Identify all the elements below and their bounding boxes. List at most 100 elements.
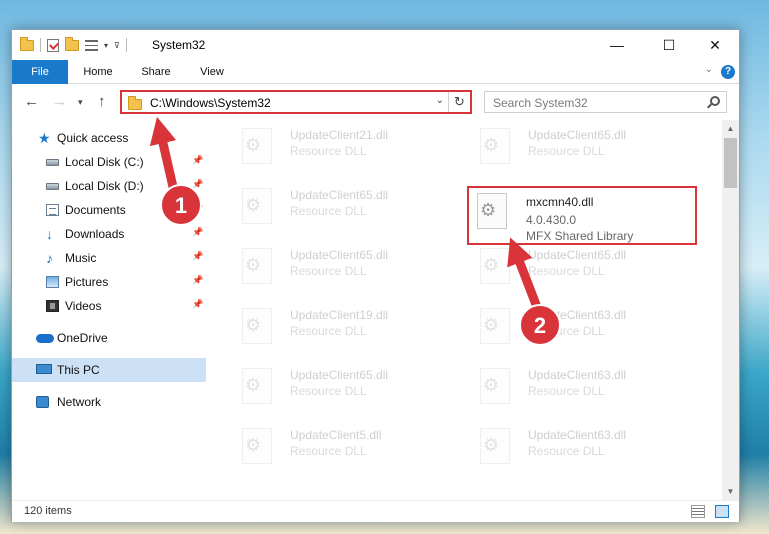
pin-icon[interactable]: 📌 bbox=[192, 299, 203, 310]
file-description: Resource DLL bbox=[290, 324, 367, 338]
rename-icon[interactable] bbox=[85, 39, 98, 51]
sidebar-item-downloads[interactable]: ↓ Downloads 📌 bbox=[12, 222, 206, 246]
sidebar-item-pictures[interactable]: Pictures 📌 bbox=[12, 270, 206, 294]
file-name: UpdateClient65.dll bbox=[528, 128, 627, 142]
toolbar-divider bbox=[125, 38, 127, 52]
file-tile[interactable]: UpdateClient19.dll Resource DLL bbox=[220, 300, 450, 350]
pin-icon[interactable]: 📌 bbox=[192, 203, 203, 214]
address-bar[interactable]: C:\Windows\System32 ⌄ ↻ bbox=[120, 90, 472, 114]
scrollbar-thumb[interactable] bbox=[724, 138, 737, 188]
dll-file-icon bbox=[480, 128, 510, 164]
file-name: UpdateClient63.dll bbox=[528, 428, 627, 442]
dll-file-icon bbox=[480, 248, 510, 284]
back-arrow-icon[interactable]: ← bbox=[24, 93, 39, 111]
file-description: Resource DLL bbox=[290, 444, 367, 458]
dll-file-icon bbox=[242, 368, 272, 404]
file-tile[interactable]: UpdateClient63.dll Resource DLL bbox=[458, 360, 688, 410]
star-icon: ★ bbox=[38, 130, 51, 146]
tab-share[interactable]: Share bbox=[134, 60, 178, 84]
title-bar: ▾ ⊽ System32 — ☐ ✕ bbox=[12, 30, 739, 60]
pin-icon[interactable]: 📌 bbox=[192, 275, 203, 286]
sidebar-item-onedrive[interactable]: OneDrive bbox=[12, 326, 206, 350]
folder-icon bbox=[128, 96, 142, 110]
details-view-icon[interactable] bbox=[691, 505, 705, 518]
forward-arrow-icon[interactable]: → bbox=[52, 93, 67, 111]
sidebar-item-label: Network bbox=[57, 395, 102, 409]
explorer-window: ▾ ⊽ System32 — ☐ ✕ File Home Share View … bbox=[11, 29, 740, 522]
new-folder-icon[interactable] bbox=[65, 36, 79, 51]
downloads-icon: ↓ bbox=[46, 226, 53, 242]
sidebar-item-label: Pictures bbox=[65, 275, 109, 289]
pin-icon[interactable]: 📌 bbox=[192, 179, 203, 190]
file-tile[interactable]: UpdateClient21.dll Resource DLL bbox=[220, 120, 450, 170]
toolbar-divider bbox=[40, 38, 41, 52]
refresh-icon[interactable]: ↻ bbox=[448, 92, 470, 112]
sidebar-item-local-disk-c[interactable]: Local Disk (C:) 📌 bbox=[12, 150, 206, 174]
sidebar-item-quick-access[interactable]: ★ Quick access bbox=[12, 126, 206, 150]
help-icon[interactable]: ? bbox=[721, 65, 735, 79]
chevron-down-icon[interactable]: ⌄ bbox=[436, 95, 444, 106]
address-path[interactable]: C:\Windows\System32 bbox=[150, 96, 271, 110]
file-tile[interactable]: UpdateClient65.dll Resource DLL bbox=[458, 240, 688, 290]
file-tile[interactable]: UpdateClient65.dll Resource DLL bbox=[458, 120, 688, 170]
search-placeholder: Search System32 bbox=[493, 96, 588, 110]
close-button[interactable]: ✕ bbox=[692, 30, 738, 60]
tab-view[interactable]: View bbox=[190, 60, 234, 84]
sidebar-item-this-pc[interactable]: This PC bbox=[12, 358, 206, 382]
vertical-scrollbar[interactable]: ▲ ▼ bbox=[722, 120, 739, 500]
customize-toolbar-icon[interactable]: ⊽ bbox=[114, 41, 120, 50]
sidebar-item-local-disk-d[interactable]: Local Disk (D:) 📌 bbox=[12, 174, 206, 198]
sidebar-item-videos[interactable]: Videos 📌 bbox=[12, 294, 206, 318]
tab-file[interactable]: File bbox=[12, 60, 68, 84]
file-description: Resource DLL bbox=[290, 204, 367, 218]
dll-file-icon bbox=[242, 128, 272, 164]
disk-icon bbox=[46, 159, 59, 166]
file-description: Resource DLL bbox=[528, 144, 605, 158]
search-icon[interactable] bbox=[710, 96, 720, 106]
minimize-button[interactable]: — bbox=[594, 30, 640, 60]
dll-file-icon bbox=[242, 188, 272, 224]
file-tile[interactable]: UpdateClient63.dll Resource DLL bbox=[458, 300, 688, 350]
scroll-up-icon[interactable]: ▲ bbox=[722, 120, 739, 137]
tab-home[interactable]: Home bbox=[76, 60, 120, 84]
file-name: UpdateClient63.dll bbox=[528, 308, 627, 322]
maximize-button[interactable]: ☐ bbox=[646, 30, 692, 60]
sidebar-item-label: OneDrive bbox=[57, 331, 108, 345]
scroll-down-icon[interactable]: ▼ bbox=[722, 483, 739, 500]
dll-file-icon bbox=[480, 308, 510, 344]
file-name: UpdateClient65.dll bbox=[528, 248, 627, 262]
sidebar-item-label: Downloads bbox=[65, 227, 125, 241]
sidebar-item-label: Videos bbox=[65, 299, 102, 313]
disk-icon bbox=[46, 183, 59, 190]
file-tile[interactable]: UpdateClient65.dll Resource DLL bbox=[220, 360, 450, 410]
file-list: UpdateClient21.dll Resource DLL UpdateCl… bbox=[210, 120, 722, 500]
properties-check-icon[interactable] bbox=[47, 38, 59, 52]
pictures-icon bbox=[46, 276, 59, 288]
expand-ribbon-icon[interactable]: ⌄ bbox=[705, 64, 713, 75]
file-tile[interactable]: UpdateClient63.dll Resource DLL bbox=[458, 420, 688, 470]
navigation-pane: ★ Quick access Local Disk (C:) 📌 Local D… bbox=[12, 120, 206, 500]
file-description: Resource DLL bbox=[290, 384, 367, 398]
pin-icon[interactable]: 📌 bbox=[192, 251, 203, 262]
file-tile[interactable]: UpdateClient5.dll Resource DLL bbox=[220, 420, 450, 470]
file-tile[interactable]: UpdateClient65.dll Resource DLL bbox=[220, 180, 450, 230]
file-description: Resource DLL bbox=[528, 324, 605, 338]
dll-file-icon bbox=[242, 308, 272, 344]
sidebar-item-music[interactable]: ♪ Music 📌 bbox=[12, 246, 206, 270]
file-name: UpdateClient5.dll bbox=[290, 428, 382, 442]
tiles-view-icon[interactable] bbox=[715, 505, 729, 518]
sidebar-item-label: Quick access bbox=[57, 131, 129, 145]
recent-locations-icon[interactable]: ▾ bbox=[78, 93, 83, 111]
chevron-down-icon[interactable]: ▾ bbox=[104, 41, 108, 50]
up-arrow-icon[interactable]: ↑ bbox=[98, 93, 106, 111]
file-name: UpdateClient65.dll bbox=[290, 248, 389, 262]
highlighted-file-tile[interactable]: mxcmn40.dll 4.0.430.0 MFX Shared Library bbox=[467, 186, 697, 245]
sidebar-item-label: This PC bbox=[57, 363, 100, 377]
sidebar-item-documents[interactable]: Documents 📌 bbox=[12, 198, 206, 222]
pin-icon[interactable]: 📌 bbox=[192, 227, 203, 238]
pin-icon[interactable]: 📌 bbox=[192, 155, 203, 166]
sidebar-item-network[interactable]: Network bbox=[12, 390, 206, 414]
search-input[interactable]: Search System32 bbox=[484, 91, 727, 113]
pc-icon bbox=[36, 364, 52, 374]
file-tile[interactable]: UpdateClient65.dll Resource DLL bbox=[220, 240, 450, 290]
